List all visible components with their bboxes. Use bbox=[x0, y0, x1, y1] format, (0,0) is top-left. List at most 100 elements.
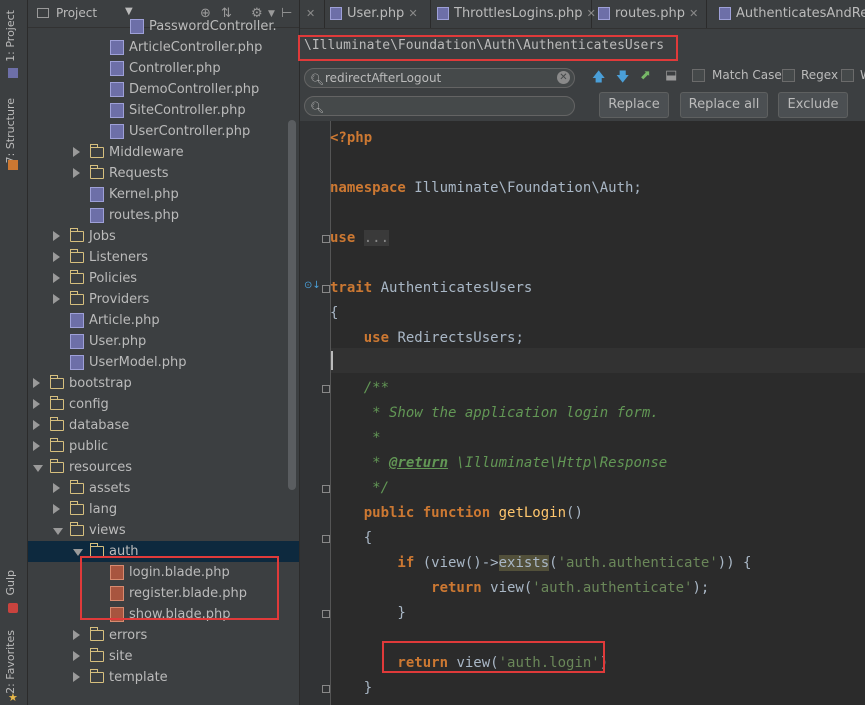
tree-file[interactable]: Controller.php bbox=[28, 58, 299, 79]
brace: } bbox=[330, 680, 373, 696]
collapsed-arrow-icon[interactable] bbox=[53, 294, 60, 304]
match-case-checkbox[interactable] bbox=[692, 69, 705, 82]
star-icon: ★ bbox=[8, 691, 18, 704]
tab-throttleslogins-php[interactable]: ThrottlesLogins.php ✕ bbox=[431, 0, 596, 28]
collapsed-arrow-icon[interactable] bbox=[73, 630, 80, 640]
close-icon[interactable]: ✕ bbox=[306, 7, 315, 20]
tree-file[interactable]: User.php bbox=[28, 331, 299, 352]
tree-folder[interactable]: lang bbox=[28, 499, 299, 520]
words-checkbox[interactable] bbox=[841, 69, 854, 82]
close-icon[interactable]: ✕ bbox=[689, 7, 698, 20]
fold-icon[interactable] bbox=[322, 535, 330, 543]
collapsed-arrow-icon[interactable] bbox=[53, 504, 60, 514]
tree-file[interactable]: ArticleController.php bbox=[28, 37, 299, 58]
string-literal: 'auth.authenticate' bbox=[532, 580, 693, 596]
tree-folder[interactable]: template bbox=[28, 667, 299, 688]
code-editor[interactable]: <?php namespace Illuminate\Foundation\Au… bbox=[300, 121, 865, 705]
tree-file[interactable]: SiteController.php bbox=[28, 100, 299, 121]
collapsed-arrow-icon[interactable] bbox=[53, 483, 60, 493]
project-tree-scrollbar[interactable] bbox=[288, 120, 296, 490]
tree-folder[interactable]: config bbox=[28, 394, 299, 415]
collapsed-arrow-icon[interactable] bbox=[73, 651, 80, 661]
collapsed-arrow-icon[interactable] bbox=[33, 420, 40, 430]
tree-folder[interactable]: site bbox=[28, 646, 299, 667]
tree-folder[interactable]: Policies bbox=[28, 268, 299, 289]
collapsed-arrow-icon[interactable] bbox=[33, 399, 40, 409]
regex-checkbox[interactable] bbox=[782, 69, 795, 82]
tab-routes-php[interactable]: routes.php ✕ bbox=[592, 0, 707, 28]
project-tool-tab[interactable]: 1: Project bbox=[4, 10, 17, 62]
tabs-overflow[interactable]: ✕ bbox=[300, 0, 325, 28]
collapsed-arrow-icon[interactable] bbox=[33, 378, 40, 388]
folder-icon bbox=[90, 165, 104, 179]
clear-search-icon[interactable]: ✕ bbox=[557, 71, 570, 84]
doc-comment: * bbox=[330, 430, 381, 446]
fold-icon[interactable] bbox=[322, 685, 330, 693]
collapsed-arrow-icon[interactable] bbox=[53, 231, 60, 241]
fold-icon[interactable] bbox=[322, 235, 330, 243]
collapsed-arrow-icon[interactable] bbox=[73, 672, 80, 682]
doc-comment: \Illuminate\Http\Response bbox=[448, 455, 668, 471]
tree-file[interactable]: UserController.php bbox=[28, 121, 299, 142]
replace-input[interactable]: 🔍︎ bbox=[304, 96, 575, 116]
tree-folder[interactable]: public bbox=[28, 436, 299, 457]
tree-file[interactable]: Kernel.php bbox=[28, 184, 299, 205]
tree-file[interactable]: routes.php bbox=[28, 205, 299, 226]
code-line: use ... bbox=[330, 226, 390, 251]
search-input[interactable]: 🔍︎ redirectAfterLogout ✕ bbox=[304, 68, 575, 88]
tree-item-label: Article.php bbox=[89, 313, 160, 328]
replace-button[interactable]: Replace bbox=[599, 92, 669, 118]
replace-all-button[interactable]: Replace all bbox=[680, 92, 768, 118]
fold-icon[interactable] bbox=[322, 285, 330, 293]
tree-item-label: DemoController.php bbox=[129, 82, 260, 97]
php-file-icon bbox=[90, 187, 104, 202]
tree-item-label: User.php bbox=[89, 334, 147, 349]
tree-folder[interactable]: errors bbox=[28, 625, 299, 646]
tab-authenticatesandregisters-php[interactable]: AuthenticatesAndRegi bbox=[707, 0, 865, 28]
collapsed-arrow-icon[interactable] bbox=[33, 441, 40, 451]
fold-icon[interactable] bbox=[322, 610, 330, 618]
select-all-occurrences-icon[interactable]: ⬈ bbox=[640, 68, 651, 83]
expanded-arrow-icon[interactable] bbox=[53, 528, 63, 535]
filter-icon[interactable]: ⬓ bbox=[665, 68, 677, 83]
collapsed-arrow-icon[interactable] bbox=[73, 147, 80, 157]
implementation-marker-icon[interactable]: ⊙↓ bbox=[304, 280, 321, 291]
folded-use-block[interactable]: ... bbox=[363, 230, 390, 246]
gulp-tool-tab-label: Gulp bbox=[4, 570, 17, 596]
search-icon: 🔍︎ bbox=[310, 73, 324, 86]
tree-folder[interactable]: database bbox=[28, 415, 299, 436]
tree-folder[interactable]: Providers bbox=[28, 289, 299, 310]
previous-occurrence-icon[interactable]: 🡅 bbox=[592, 68, 605, 90]
expanded-arrow-icon[interactable] bbox=[73, 549, 83, 556]
tree-folder[interactable]: Requests bbox=[28, 163, 299, 184]
tree-item-label: Providers bbox=[89, 292, 150, 307]
tab-user-php[interactable]: User.php ✕ bbox=[326, 0, 431, 28]
gulp-icon bbox=[8, 603, 18, 613]
tree-folder[interactable]: Middleware bbox=[28, 142, 299, 163]
favorites-tool-tab[interactable]: 2: Favorites bbox=[4, 630, 17, 694]
collapsed-arrow-icon[interactable] bbox=[53, 273, 60, 283]
tree-folder[interactable]: bootstrap bbox=[28, 373, 299, 394]
tree-file[interactable]: Article.php bbox=[28, 310, 299, 331]
expanded-arrow-icon[interactable] bbox=[33, 465, 43, 472]
tree-item-label: Kernel.php bbox=[109, 187, 179, 202]
tree-file[interactable]: UserModel.php bbox=[28, 352, 299, 373]
code-text: ( bbox=[549, 555, 558, 571]
collapsed-arrow-icon[interactable] bbox=[53, 252, 60, 262]
structure-tool-tab[interactable]: 7: Structure bbox=[4, 98, 17, 163]
tree-folder[interactable]: assets bbox=[28, 478, 299, 499]
fold-icon[interactable] bbox=[322, 485, 330, 493]
gulp-tool-tab[interactable]: Gulp bbox=[4, 570, 17, 596]
tree-file[interactable]: DemoController.php bbox=[28, 79, 299, 100]
tree-folder[interactable]: Jobs bbox=[28, 226, 299, 247]
code-line: { bbox=[330, 301, 338, 326]
close-icon[interactable]: ✕ bbox=[408, 7, 417, 20]
collapsed-arrow-icon[interactable] bbox=[73, 168, 80, 178]
next-occurrence-icon[interactable]: 🡇 bbox=[616, 68, 629, 90]
exclude-button[interactable]: Exclude bbox=[778, 92, 848, 118]
tree-folder[interactable]: resources bbox=[28, 457, 299, 478]
fold-icon[interactable] bbox=[322, 385, 330, 393]
tree-file[interactable]: PasswordController. bbox=[28, 16, 299, 37]
tree-folder[interactable]: Listeners bbox=[28, 247, 299, 268]
tree-folder[interactable]: views bbox=[28, 520, 299, 541]
